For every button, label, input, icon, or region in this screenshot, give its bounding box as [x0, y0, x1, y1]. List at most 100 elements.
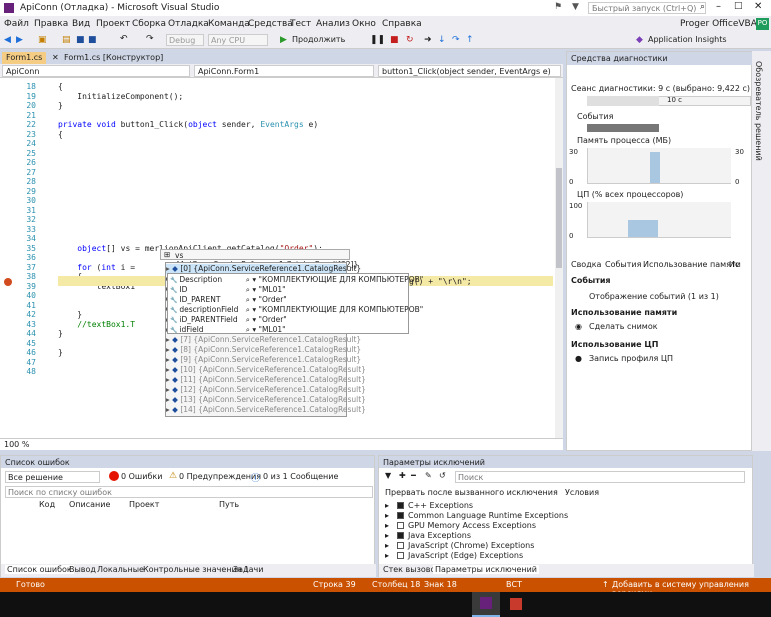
- expand-icon[interactable]: ▸: [385, 511, 389, 520]
- warnings-filter-button[interactable]: 0 Предупреждения: [179, 472, 261, 481]
- exception-checkbox[interactable]: [397, 532, 405, 539]
- forward-icon[interactable]: ▶: [16, 35, 23, 45]
- exception-checkbox[interactable]: [397, 552, 405, 559]
- exception-item[interactable]: ▸ C++ Exceptions: [385, 501, 473, 510]
- magnifier-icon[interactable]: ⌕ ▾: [243, 295, 258, 304]
- pin-icon[interactable]: ⊞: [164, 250, 170, 259]
- diag-tab-cpu[interactable]: Ис: [729, 260, 739, 269]
- tab-exception-settings[interactable]: Параметры исключений: [433, 565, 540, 574]
- exception-search-input[interactable]: Поиск: [455, 471, 745, 483]
- user-name[interactable]: Proger OfficeVBA: [680, 19, 757, 29]
- datatip-header[interactable]: ⊞ vs {ApiConn.ServiceReference1.CatalogR…: [160, 249, 358, 269]
- filter-icon[interactable]: ▼: [572, 2, 579, 12]
- magnifier-icon[interactable]: ⌕ ▾: [243, 285, 258, 294]
- menu-analyze[interactable]: Анализ: [316, 19, 350, 29]
- add-icon[interactable]: ✚: [399, 471, 406, 480]
- new-project-icon[interactable]: ▣: [38, 35, 47, 45]
- property-row[interactable]: 🔧 iD_PARENTField ⌕ ▾ "Order": [170, 315, 408, 325]
- remove-icon[interactable]: ━: [411, 471, 416, 480]
- back-icon[interactable]: ◀: [4, 35, 11, 45]
- exception-item[interactable]: ▸ GPU Memory Access Exceptions: [385, 521, 536, 530]
- insights-button[interactable]: Application Insights: [648, 35, 727, 44]
- step-out-icon[interactable]: ↑: [466, 35, 474, 45]
- open-icon[interactable]: ▤: [62, 35, 71, 45]
- magnifier-icon[interactable]: ⌕ ▾: [243, 275, 258, 284]
- menu-window[interactable]: Окно: [352, 19, 376, 29]
- expand-icon[interactable]: ▸: [385, 521, 389, 530]
- project-combo[interactable]: ApiConn: [2, 65, 190, 77]
- tab-form1-cs[interactable]: Form1.cs: [2, 52, 47, 64]
- filter-icon[interactable]: ▼: [385, 471, 391, 480]
- exception-checkbox[interactable]: [397, 502, 405, 509]
- user-avatar[interactable]: PO: [756, 18, 769, 30]
- exception-item[interactable]: ▸ Common Language Runtime Exceptions: [385, 511, 568, 520]
- snapshot-button[interactable]: Сделать снимок: [589, 322, 658, 331]
- minimize-button[interactable]: –: [716, 1, 721, 12]
- expand-icon[interactable]: ▸: [385, 541, 389, 550]
- exception-item[interactable]: ▸ Java Exceptions: [385, 531, 471, 540]
- menu-edit[interactable]: Правка: [34, 19, 68, 29]
- edit-condition-icon[interactable]: ✎: [425, 471, 432, 480]
- expand-icon[interactable]: ▸: [385, 551, 389, 560]
- datatip-item[interactable]: ▸ ◆ [12] {ApiConn.ServiceReference1.Cata…: [166, 385, 366, 395]
- col-project[interactable]: Проект: [129, 500, 159, 509]
- zoom-level[interactable]: 100 %: [4, 440, 29, 449]
- magnifier-icon[interactable]: ⌕ ▾: [243, 325, 258, 334]
- property-row[interactable]: 🔧 ID_PARENT ⌕ ▾ "Order": [170, 295, 408, 305]
- save-all-icon[interactable]: ■: [88, 35, 97, 45]
- tab-call-stack[interactable]: Стек вызовов: [383, 565, 440, 574]
- menu-debug[interactable]: Отладка: [168, 19, 209, 29]
- datatip-item[interactable]: ▸ ◆ [14] {ApiConn.ServiceReference1.Cata…: [166, 405, 366, 415]
- maximize-button[interactable]: □: [734, 1, 743, 11]
- menu-build[interactable]: Сборка: [132, 19, 166, 29]
- col-description[interactable]: Описание: [69, 500, 110, 509]
- menu-project[interactable]: Проект: [96, 19, 130, 29]
- taskbar-app-icon[interactable]: [504, 592, 528, 617]
- exception-checkbox[interactable]: [397, 512, 405, 519]
- cpu-profile-button[interactable]: Запись профиля ЦП: [589, 354, 673, 363]
- member-combo[interactable]: button1_Click(object sender, EventArgs e…: [378, 65, 561, 77]
- exception-checkbox[interactable]: [397, 522, 405, 529]
- col-conditions[interactable]: Условия: [565, 488, 599, 497]
- stop-icon[interactable]: ■: [390, 35, 399, 45]
- tab-error-list[interactable]: Список ошибок: [5, 565, 74, 574]
- error-search-input[interactable]: Поиск по списку ошибок: [5, 486, 373, 498]
- show-events-link[interactable]: Отображение событий (1 из 1): [589, 292, 719, 301]
- datatip-item[interactable]: ▸ ◆ [10] {ApiConn.ServiceReference1.Cata…: [166, 365, 366, 375]
- menu-team[interactable]: Команда: [208, 19, 250, 29]
- restart-icon[interactable]: ↻: [406, 35, 414, 45]
- datatip-item[interactable]: ▸ ◆ [9] {ApiConn.ServiceReference1.Catal…: [166, 355, 361, 365]
- undo-icon[interactable]: ↶: [120, 34, 128, 44]
- menu-help[interactable]: Справка: [382, 19, 422, 29]
- timeline-selection[interactable]: [587, 96, 659, 106]
- menu-file[interactable]: Файл: [4, 19, 29, 29]
- exception-item[interactable]: ▸ JavaScript (Edge) Exceptions: [385, 551, 523, 560]
- restore-defaults-icon[interactable]: ↺: [439, 471, 446, 480]
- tab-tasks[interactable]: Задачи: [233, 565, 263, 574]
- datatip-item[interactable]: ▸ ◆ [8] {ApiConn.ServiceReference1.Catal…: [166, 345, 361, 355]
- expand-icon[interactable]: ▸: [385, 531, 389, 540]
- pause-icon[interactable]: ❚❚: [370, 35, 385, 45]
- save-icon[interactable]: ■: [76, 35, 85, 45]
- menu-test[interactable]: Тест: [290, 19, 311, 29]
- taskbar-vs-icon[interactable]: [472, 592, 500, 617]
- messages-filter-button[interactable]: 0 из 1 Сообщение: [263, 472, 338, 481]
- continue-button[interactable]: Продолжить: [292, 35, 345, 44]
- diag-tab-events[interactable]: События: [605, 260, 641, 269]
- solution-explorer-tab[interactable]: Обозреватель решений: [752, 51, 771, 451]
- menu-tools[interactable]: Средства: [248, 19, 293, 29]
- platform-dropdown[interactable]: Any CPU: [208, 34, 268, 46]
- col-path[interactable]: Путь: [219, 500, 239, 509]
- datatip-item[interactable]: ▸ ◆ [7] {ApiConn.ServiceReference1.Catal…: [166, 335, 361, 345]
- quick-launch-input[interactable]: Быстрый запуск (Ctrl+Q): [588, 2, 706, 14]
- errors-filter-button[interactable]: 0 Ошибки: [121, 472, 162, 481]
- property-row[interactable]: 🔧 ID ⌕ ▾ "ML01": [170, 285, 408, 295]
- step-into-icon[interactable]: ↓: [438, 35, 446, 45]
- scrollbar-thumb[interactable]: [556, 168, 562, 268]
- datatip-item[interactable]: ▸ ◆ [13] {ApiConn.ServiceReference1.Cata…: [166, 395, 366, 405]
- redo-icon[interactable]: ↷: [146, 34, 154, 44]
- diag-tab-memory[interactable]: Использование памяти: [643, 260, 741, 269]
- show-next-statement-icon[interactable]: ➜: [424, 35, 432, 45]
- magnifier-icon[interactable]: ⌕ ▾: [243, 305, 258, 314]
- continue-icon[interactable]: ▶: [280, 35, 287, 45]
